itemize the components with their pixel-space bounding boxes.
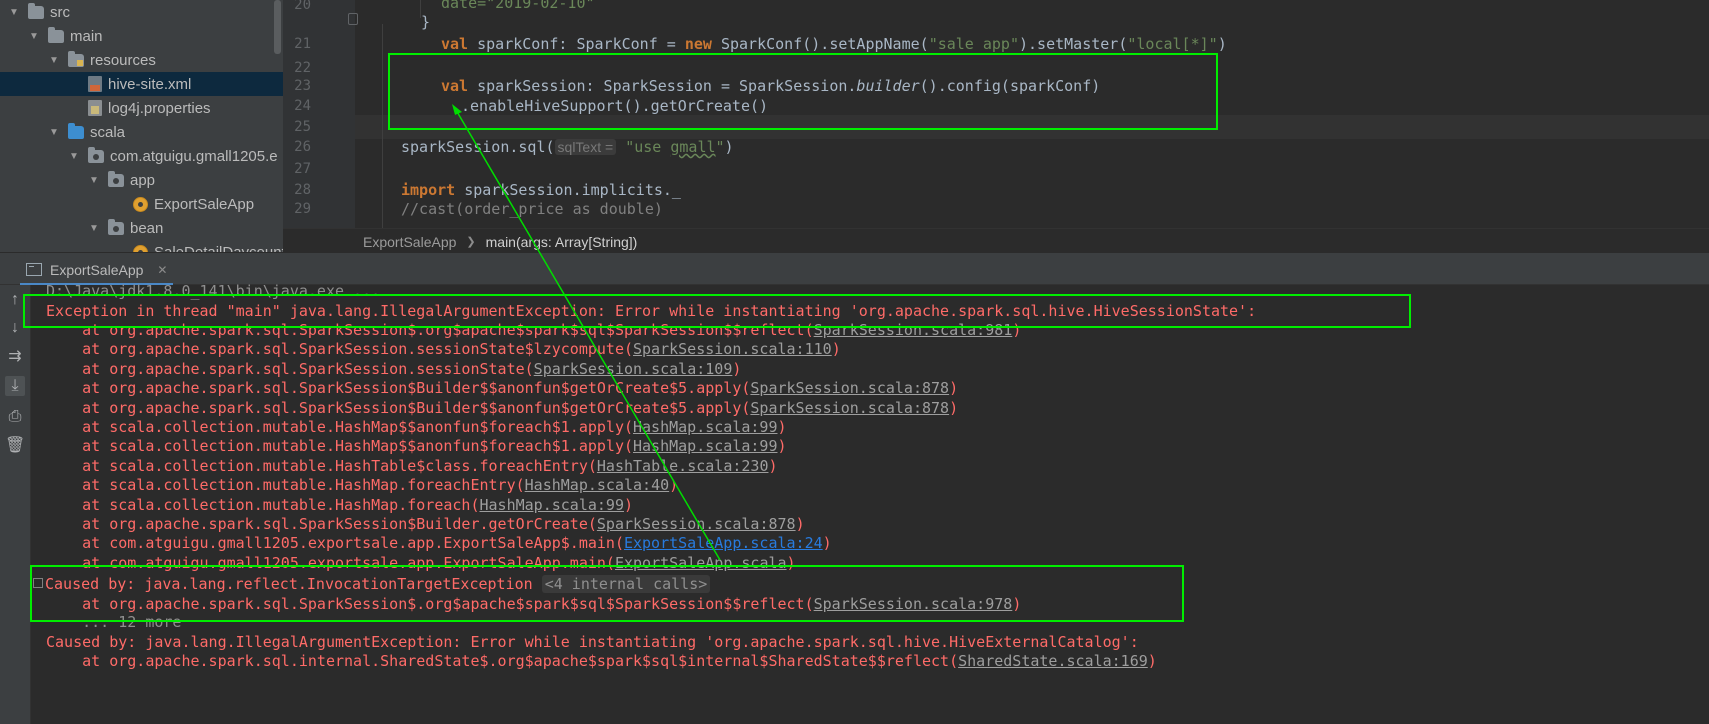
expand-arrow-icon[interactable]: ▼ [46, 55, 62, 66]
source-link[interactable]: SharedState.scala:169 [958, 652, 1148, 670]
stack-frame: at org.apache.spark.sql.SparkSession$Bui… [46, 515, 805, 533]
source-link[interactable]: SparkSession.scala:878 [597, 515, 796, 533]
stack-frame: at org.apache.spark.sql.SparkSession$Bui… [46, 379, 959, 397]
line-number: 26 [294, 139, 311, 155]
source-folder-icon [68, 122, 84, 139]
tree-item-main[interactable]: ▼ main [0, 24, 283, 48]
parameter-hint: sqlText = [554, 139, 617, 155]
line-number: 20 [294, 0, 311, 13]
source-link[interactable]: HashMap.scala:40 [525, 476, 670, 494]
stack-frame: at scala.collection.mutable.HashMap$$ano… [46, 437, 787, 455]
source-link[interactable]: SparkSession.scala:878 [750, 379, 949, 397]
xml-file-icon [88, 76, 102, 92]
folder-icon [28, 2, 44, 19]
tree-item-exportsaleapp[interactable]: ExportSaleApp [0, 192, 283, 216]
stack-frame: at org.apache.spark.sql.SparkSession.ses… [46, 340, 841, 358]
folder-icon [48, 26, 64, 43]
stack-frame: at scala.collection.mutable.HashMap$$ano… [46, 418, 787, 436]
tree-item-hive-site-xml[interactable]: hive-site.xml [0, 72, 283, 96]
source-link[interactable]: SparkSession.scala:110 [633, 340, 832, 358]
chevron-right-icon: ❯ [466, 236, 476, 248]
indent-guide [382, 24, 383, 228]
expand-arrow-icon[interactable]: ▼ [86, 175, 102, 186]
tree-item-resources[interactable]: ▼ resources [0, 48, 283, 72]
source-link[interactable]: ExportSaleApp.scala:24 [624, 534, 823, 552]
breadcrumb-object[interactable]: ExportSaleApp [363, 234, 456, 250]
annotation-box-exception [23, 294, 1411, 328]
scroll-to-end-icon[interactable]: ⤓ [5, 376, 25, 396]
package-icon [108, 218, 124, 235]
print-icon[interactable]: ⎙ [5, 407, 25, 427]
code-line-29: //cast(order_price as double) [401, 200, 663, 218]
code-line-26: sparkSession.sql(sqlText = "use gmall") [401, 138, 734, 156]
source-link[interactable]: HashMap.scala:99 [479, 496, 624, 514]
annotation-box-caused-by [30, 565, 1184, 622]
tree-item-bean[interactable]: ▼ bean [0, 216, 283, 240]
properties-file-icon [88, 100, 102, 116]
up-arrow-icon[interactable]: ↑ [5, 290, 25, 310]
scala-class-icon [133, 244, 148, 252]
source-link[interactable]: HashMap.scala:99 [633, 437, 778, 455]
stack-frame: at scala.collection.mutable.HashMap.fore… [46, 496, 634, 514]
tree-item-app[interactable]: ▼ app [0, 168, 283, 192]
source-link[interactable]: HashMap.scala:99 [633, 418, 778, 436]
source-link[interactable]: SparkSession.scala:109 [534, 360, 733, 378]
soft-wrap-icon[interactable]: ⇉ [5, 347, 25, 367]
stack-frame: at com.atguigu.gmall1205.exportsale.app.… [46, 534, 832, 552]
line-number: 29 [294, 201, 311, 217]
tree-item-log4j-properties[interactable]: log4j.properties [0, 96, 283, 120]
expand-arrow-icon[interactable]: ▼ [26, 31, 42, 42]
console-icon [26, 263, 42, 276]
breadcrumb: ExportSaleApp ❯ main(args: Array[String]… [283, 228, 1709, 254]
stack-frame: at org.apache.spark.sql.SparkSession.ses… [46, 360, 742, 378]
scala-object-icon [133, 196, 148, 212]
tree-item-scala[interactable]: ▼ scala [0, 120, 283, 144]
resources-folder-icon [68, 50, 84, 67]
expand-arrow-icon[interactable]: ▼ [46, 127, 62, 138]
package-icon [88, 146, 104, 163]
code-line-20b: } [421, 13, 431, 31]
expand-arrow-icon[interactable]: ▼ [86, 223, 102, 234]
run-toolbar: ↑ ↓ ⇉ ⤓ ⎙ 🗑 [0, 285, 31, 724]
line-number: 21 [294, 36, 311, 52]
code-line-20: date="2019-02-10" [441, 0, 595, 12]
tree-scrollbar[interactable] [274, 0, 281, 54]
down-arrow-icon[interactable]: ↓ [5, 318, 25, 338]
breadcrumb-method[interactable]: main(args: Array[String]) [486, 234, 638, 250]
tree-item-src[interactable]: ▼ src [0, 0, 283, 24]
stack-frame: at org.apache.spark.sql.internal.SharedS… [46, 652, 1157, 670]
expand-arrow-icon[interactable]: ▼ [6, 7, 22, 18]
package-icon [108, 170, 124, 187]
source-link[interactable]: SparkSession.scala:878 [750, 399, 949, 417]
stack-frame: at scala.collection.mutable.HashTable$cl… [46, 457, 778, 475]
close-icon[interactable]: ✕ [157, 263, 167, 277]
project-tree: ▼ src ▼ main ▼ resources hive-site.xml l… [0, 0, 283, 252]
stack-frame: at org.apache.spark.sql.SparkSession$Bui… [46, 399, 959, 417]
tree-item-package[interactable]: ▼ com.atguigu.gmall1205.e [0, 144, 283, 168]
trash-icon[interactable]: 🗑 [5, 436, 25, 456]
stack-frame: at scala.collection.mutable.HashMap.fore… [46, 476, 679, 494]
expand-arrow-icon[interactable]: ▼ [66, 151, 82, 162]
tree-item-saledetaildaycount[interactable]: SaleDetailDaycount [0, 240, 283, 252]
caused-by-line-2: Caused by: java.lang.IllegalArgumentExce… [46, 633, 1139, 651]
annotation-box-code [388, 53, 1218, 130]
source-link[interactable]: HashTable.scala:230 [597, 457, 769, 475]
fold-marker-icon[interactable] [348, 13, 358, 25]
